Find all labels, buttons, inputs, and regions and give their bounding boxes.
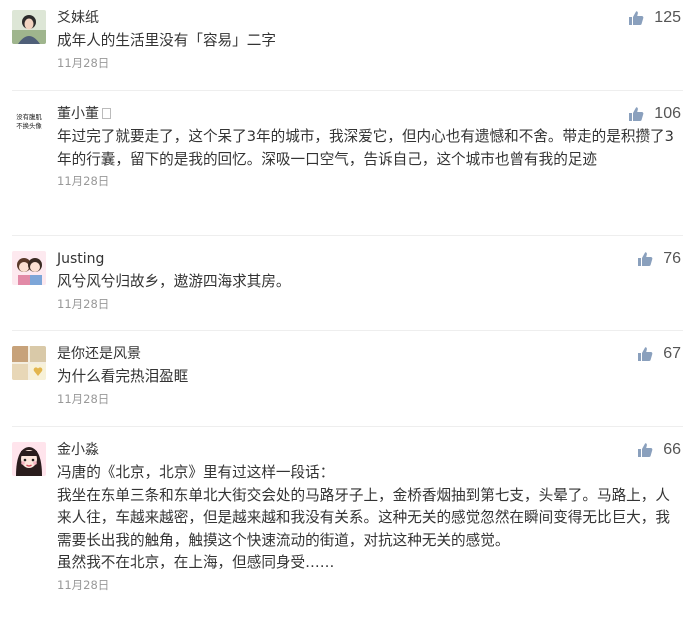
comment-username[interactable]: 是你还是风景 [57, 346, 141, 362]
comment-text: 成年人的生活里没有「容易」二字 [57, 32, 276, 49]
like-button[interactable]: 106 [628, 105, 681, 123]
comment-body: 金小淼冯唐的《北京，北京》里有过这样一段话： 我坐在东单三条和东单北大街交会处的… [57, 440, 681, 594]
comment-text: 年过完了就要走了，这个呆了3年的城市，我深爱它，但内心也有遗憾和不舍。带走的是积… [57, 128, 674, 168]
comment-list: 爻妹纸 成年人的生活里没有「容易」二字 11月28日 125 没有腹肌 不换头像 董小董 年过… [0, 0, 695, 632]
comment-body: 是你还是风景为什么看完热泪盈眶 11月28日 [57, 344, 681, 408]
thumbs-up-icon [637, 251, 653, 267]
comment-username[interactable]: Justing [57, 251, 104, 267]
thumbs-up-icon [628, 10, 644, 26]
like-count: 76 [663, 250, 681, 267]
comment-username-row: 爻妹纸 [57, 8, 681, 28]
like-count: 106 [654, 105, 681, 122]
thumbs-up-icon [637, 346, 653, 362]
like-button[interactable]: 76 [637, 250, 681, 268]
comment-username[interactable]: 爻妹纸 [57, 10, 99, 26]
text-avatar-icon: 没有腹肌 不换头像 [12, 106, 46, 140]
comment-text: 冯唐的《北京，北京》里有过这样一段话： 我坐在东单三条和东单北大街交会处的马路牙… [57, 464, 670, 571]
like-count: 66 [663, 441, 681, 458]
comment-date: 11月28日 [57, 391, 110, 406]
comment-date: 11月28日 [57, 55, 110, 70]
like-button[interactable]: 125 [628, 9, 681, 27]
like-count: 125 [654, 9, 681, 26]
comment-username-row: 金小淼 [57, 440, 681, 460]
user-avatar[interactable]: 没有腹肌 不换头像 [12, 106, 46, 140]
like-count: 67 [663, 345, 681, 362]
comment-text: 风兮风兮归故乡，遨游四海求其房。 [57, 273, 291, 290]
avatar-text-line: 没有腹肌 [16, 112, 42, 121]
like-button[interactable]: 67 [637, 345, 681, 363]
comment-body: 爻妹纸成年人的生活里没有「容易」二字 11月28日 [57, 8, 681, 72]
thumbs-up-icon [637, 442, 653, 458]
comment-username-row: 是你还是风景 [57, 344, 681, 364]
user-avatar[interactable] [12, 442, 46, 476]
thumbs-up-icon [628, 106, 644, 122]
user-avatar[interactable] [12, 346, 46, 380]
comment-date: 11月28日 [57, 577, 110, 592]
user-avatar[interactable] [12, 251, 46, 285]
photo-collage-avatar-icon [12, 346, 46, 380]
avatar-text-line: 不换头像 [16, 121, 42, 130]
comment-body: Justing 风兮风兮归故乡，遨游四海求其房。 11月28日 [57, 249, 681, 313]
girl-portrait-avatar-icon [12, 10, 46, 44]
comment-body: 董小董年过完了就要走了，这个呆了3年的城市，我深爱它，但内心也有遗憾和不舍。带走… [57, 104, 681, 190]
comment-username[interactable]: 金小淼 [57, 442, 99, 458]
cartoon-couple-avatar-icon [12, 251, 46, 285]
user-avatar[interactable] [12, 10, 46, 44]
comment-username[interactable]: 董小董 [57, 106, 99, 122]
comment-username-row: 董小董 [57, 104, 681, 124]
comment-date: 11月28日 [57, 174, 110, 188]
comment-username-row: Justing [57, 249, 681, 269]
cartoon-girl-avatar-icon [12, 442, 46, 476]
comment-text: 为什么看完热泪盈眶 [57, 368, 189, 385]
verified-badge-icon [102, 108, 111, 119]
comment-date: 11月28日 [57, 296, 110, 311]
like-button[interactable]: 66 [637, 441, 681, 459]
